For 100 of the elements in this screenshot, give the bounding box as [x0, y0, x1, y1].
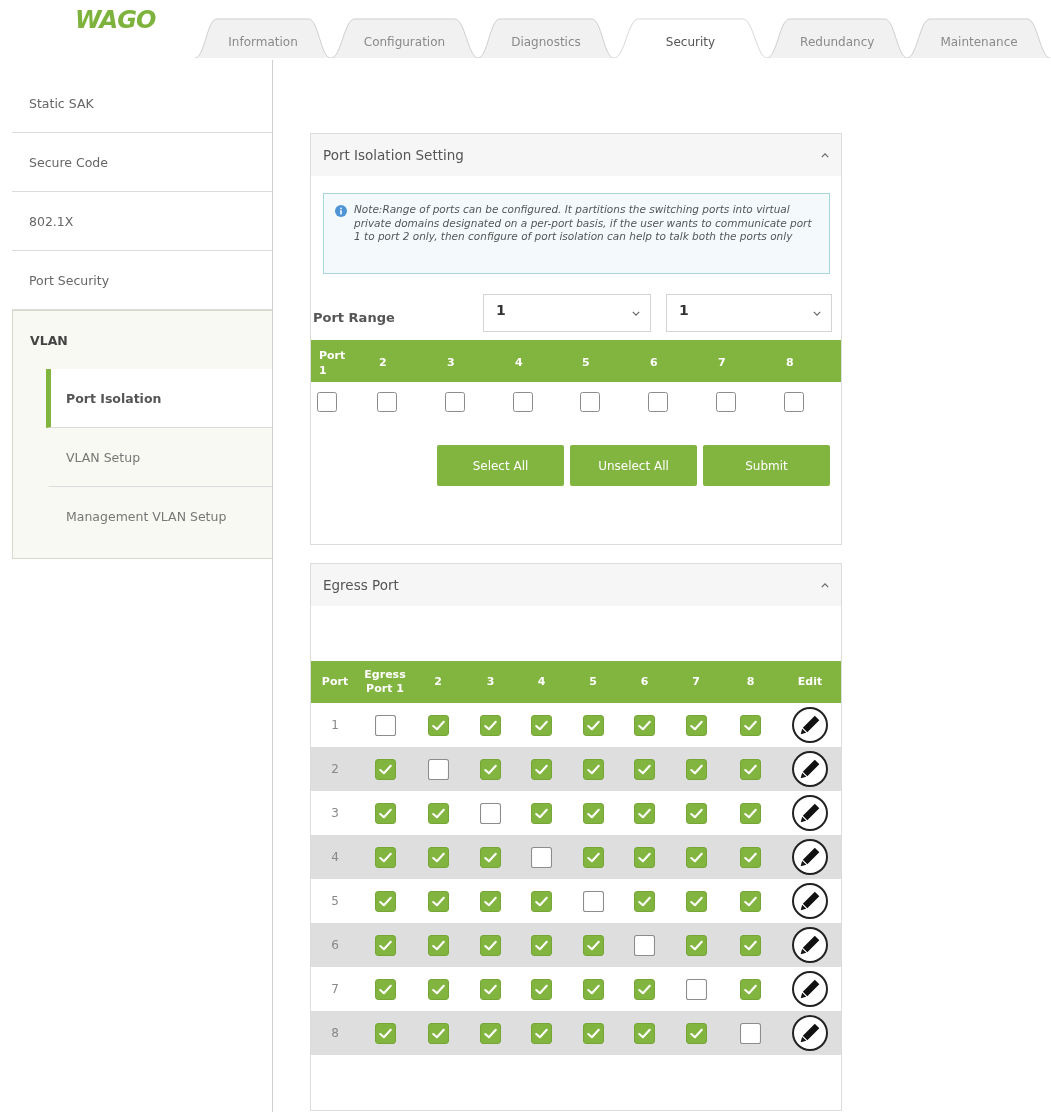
sidebar-item[interactable]: 802.1X: [12, 192, 272, 251]
select-field[interactable]: 1: [666, 294, 832, 332]
checkbox[interactable]: [582, 890, 604, 912]
checkbox[interactable]: [480, 846, 501, 868]
checkbox[interactable]: [377, 392, 397, 412]
checkbox[interactable]: [480, 978, 501, 1000]
checkbox[interactable]: [374, 890, 396, 912]
checkbox[interactable]: [582, 846, 604, 868]
edit-button[interactable]: [792, 883, 828, 919]
checkbox[interactable]: [374, 802, 396, 824]
sidebar-subitem[interactable]: Management VLAN Setup: [46, 487, 272, 546]
checkbox[interactable]: [531, 1022, 552, 1044]
tab[interactable]: Maintenance: [907, 18, 1051, 58]
checkbox[interactable]: [427, 1022, 449, 1044]
checkbox[interactable]: [531, 978, 552, 1000]
checkbox[interactable]: [740, 802, 761, 824]
checkbox[interactable]: [480, 890, 501, 912]
edit-button[interactable]: [792, 751, 828, 787]
checkbox[interactable]: [374, 758, 396, 780]
checkbox[interactable]: [427, 934, 449, 956]
checkbox[interactable]: [445, 392, 465, 412]
checkbox[interactable]: [531, 758, 552, 780]
checkbox[interactable]: [531, 714, 552, 736]
sidebar-subitem[interactable]: VLAN Setup: [46, 428, 272, 487]
edit-button[interactable]: [792, 839, 828, 875]
sidebar-item[interactable]: VLAN: [13, 311, 272, 369]
checkbox[interactable]: [374, 846, 396, 868]
checkbox[interactable]: [685, 890, 707, 912]
checkbox[interactable]: [634, 934, 655, 956]
chevron-up-icon[interactable]: [821, 582, 829, 588]
checkbox[interactable]: [685, 934, 707, 956]
checkbox[interactable]: [634, 890, 655, 912]
checkbox[interactable]: [740, 890, 761, 912]
checkbox[interactable]: [580, 392, 600, 412]
select-field[interactable]: 1: [483, 294, 651, 332]
tab[interactable]: Redundancy: [767, 18, 908, 58]
checkbox[interactable]: [582, 714, 604, 736]
tab[interactable]: Diagnostics: [478, 18, 614, 58]
checkbox[interactable]: [716, 392, 736, 412]
checkbox[interactable]: [634, 714, 655, 736]
checkbox[interactable]: [582, 978, 604, 1000]
checkbox[interactable]: [685, 802, 707, 824]
checkbox[interactable]: [480, 802, 501, 824]
chevron-up-icon[interactable]: [821, 152, 829, 158]
edit-button[interactable]: [792, 707, 828, 743]
checkbox[interactable]: [685, 978, 707, 1000]
checkbox[interactable]: [634, 802, 655, 824]
checkbox[interactable]: [531, 802, 552, 824]
checkbox[interactable]: [480, 714, 501, 736]
edit-button[interactable]: [792, 971, 828, 1007]
checkbox[interactable]: [634, 846, 655, 868]
sidebar-item[interactable]: Secure Code: [12, 133, 272, 192]
checkbox[interactable]: [634, 758, 655, 780]
checkbox[interactable]: [582, 1022, 604, 1044]
checkbox[interactable]: [374, 978, 396, 1000]
checkbox[interactable]: [531, 890, 552, 912]
checkbox[interactable]: [531, 846, 552, 868]
tab[interactable]: Configuration: [330, 18, 479, 58]
checkbox[interactable]: [740, 934, 761, 956]
checkbox[interactable]: [374, 714, 396, 736]
checkbox[interactable]: [685, 758, 707, 780]
checkbox[interactable]: [513, 392, 533, 412]
sidebar-item[interactable]: Static SAK: [12, 74, 272, 133]
checkbox[interactable]: [427, 978, 449, 1000]
action-button[interactable]: Select All: [437, 445, 564, 486]
checkbox[interactable]: [480, 758, 501, 780]
edit-button[interactable]: [792, 927, 828, 963]
checkbox[interactable]: [582, 802, 604, 824]
checkbox[interactable]: [374, 934, 396, 956]
checkbox[interactable]: [427, 846, 449, 868]
checkbox[interactable]: [582, 758, 604, 780]
edit-button[interactable]: [792, 795, 828, 831]
checkbox[interactable]: [685, 1022, 707, 1044]
checkbox[interactable]: [634, 978, 655, 1000]
checkbox[interactable]: [531, 934, 552, 956]
checkbox[interactable]: [427, 714, 449, 736]
checkbox[interactable]: [685, 846, 707, 868]
checkbox[interactable]: [427, 802, 449, 824]
checkbox[interactable]: [685, 714, 707, 736]
checkbox[interactable]: [740, 714, 761, 736]
checkbox[interactable]: [480, 934, 501, 956]
checkbox[interactable]: [634, 1022, 655, 1044]
tab[interactable]: Information: [195, 18, 331, 58]
checkbox[interactable]: [648, 392, 668, 412]
checkbox[interactable]: [740, 1022, 761, 1044]
action-button[interactable]: Submit: [703, 445, 830, 486]
checkbox[interactable]: [784, 392, 804, 412]
checkbox[interactable]: [740, 846, 761, 868]
sidebar-subitem[interactable]: Port Isolation: [46, 369, 272, 428]
checkbox[interactable]: [480, 1022, 501, 1044]
checkbox[interactable]: [582, 934, 604, 956]
checkbox[interactable]: [740, 978, 761, 1000]
action-button[interactable]: Unselect All: [570, 445, 697, 486]
edit-button[interactable]: [792, 1015, 828, 1051]
checkbox[interactable]: [374, 1022, 396, 1044]
checkbox[interactable]: [427, 890, 449, 912]
checkbox[interactable]: [427, 758, 449, 780]
checkbox[interactable]: [740, 758, 761, 780]
tab[interactable]: Security: [613, 18, 768, 58]
checkbox[interactable]: [317, 392, 337, 412]
